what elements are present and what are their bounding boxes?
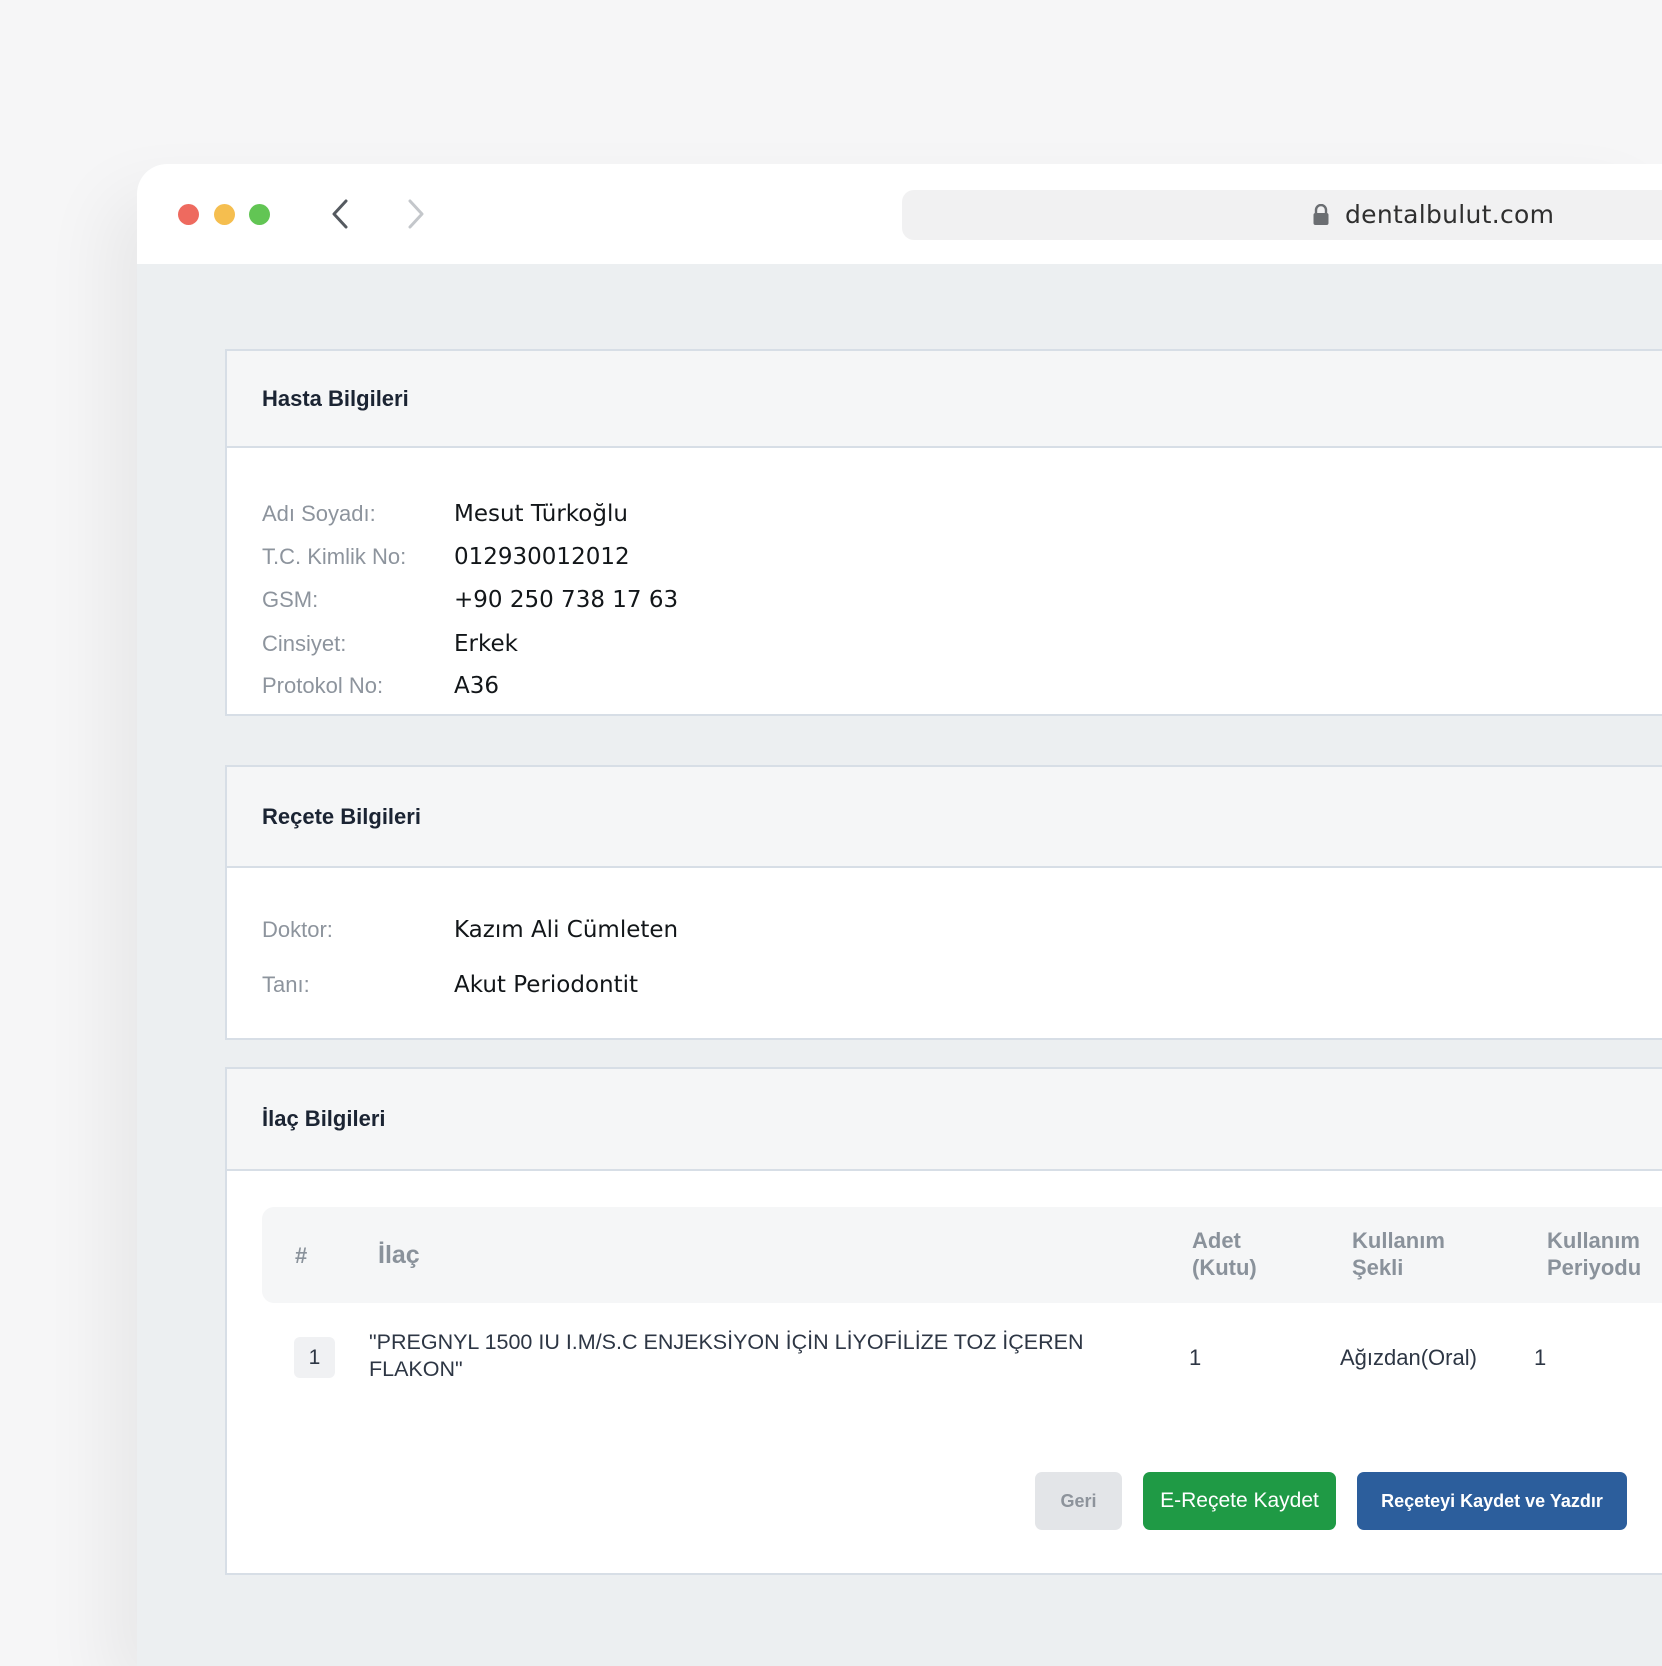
row-usage: Ağızdan(Oral) [1340,1345,1477,1370]
field-label: Doktor: [262,917,333,942]
field-value: Erkek [454,631,518,657]
column-header-quantity-line1: Adet [1192,1228,1241,1253]
column-header-drug: İlaç [378,1241,420,1269]
patient-info-header: Hasta Bilgileri [227,351,1662,448]
medication-info-header: İlaç Bilgileri [227,1069,1662,1171]
back-button[interactable]: Geri [1035,1472,1122,1530]
row-index-badge: 1 [294,1337,335,1378]
lock-icon [1312,203,1330,231]
patient-info-title: Hasta Bilgileri [262,385,409,411]
field-value: +90 250 738 17 63 [454,587,679,613]
field-label: Adı Soyadı: [262,501,376,526]
medication-info-card: İlaç Bilgileri # İlaç Adet (Kutu) Kullan… [225,1067,1662,1575]
field-label: Cinsiyet: [262,631,347,656]
column-header-usage-line2: Şekli [1352,1255,1404,1280]
row-drug-line2: FLAKON" [369,1357,463,1381]
browser-window: dentalbulut.com Hasta Bilgileri Adı Soya… [137,164,1662,1666]
row-period: 1 [1534,1345,1547,1370]
patient-info-card: Hasta Bilgileri Adı Soyadı: Mesut Türkoğ… [225,349,1662,716]
e-prescription-save-button[interactable]: E-Reçete Kaydet [1143,1472,1336,1530]
minimize-window-button[interactable] [214,204,235,225]
forward-arrow-icon[interactable] [396,194,436,234]
column-header-usage: Kullanım Şekli [1352,1227,1445,1281]
medication-table-header: # İlaç Adet (Kutu) Kullanım Şekli Kullan… [262,1207,1662,1303]
address-bar[interactable]: dentalbulut.com [902,190,1662,240]
column-header-period-line1: Kullanım [1547,1228,1640,1253]
row-drug-line1: "PREGNYL 1500 IU I.M/S.C ENJEKSİYON İÇİN… [369,1330,1084,1354]
field-label: Tanı: [262,972,310,997]
field-value: A36 [454,673,500,699]
column-header-usage-line1: Kullanım [1352,1228,1445,1253]
back-arrow-icon[interactable] [320,194,360,234]
column-header-period: Kullanım Periyodu [1547,1227,1641,1281]
close-window-button[interactable] [178,204,199,225]
field-value: Kazım Ali Cümleten [454,917,679,943]
column-header-quantity-line2: (Kutu) [1192,1255,1257,1280]
row-drug-name: "PREGNYL 1500 IU I.M/S.C ENJEKSİYON İÇİN… [369,1329,1084,1383]
column-header-period-line2: Periyodu [1547,1255,1642,1280]
field-value: Mesut Türkoğlu [454,501,628,527]
prescription-info-card: Reçete Bilgileri Doktor: Kazım Ali Cümle… [225,765,1662,1040]
field-label: GSM: [262,587,319,612]
prescription-info-title: Reçete Bilgileri [262,803,421,829]
maximize-window-button[interactable] [249,204,270,225]
field-label: Protokol No: [262,673,384,698]
row-quantity: 1 [1189,1345,1202,1370]
browser-titlebar: dentalbulut.com [137,164,1662,264]
medication-info-title: İlaç Bilgileri [262,1106,386,1131]
column-header-index: # [295,1243,308,1268]
column-header-quantity: Adet (Kutu) [1192,1227,1257,1281]
url-text: dentalbulut.com [1345,200,1555,229]
field-value: 012930012012 [454,544,630,570]
prescription-info-header: Reçete Bilgileri [227,767,1662,868]
field-value: Akut Periodontit [454,972,639,998]
save-and-print-button[interactable]: Reçeteyi Kaydet ve Yazdır [1357,1472,1627,1530]
field-label: T.C. Kimlik No: [262,544,407,569]
